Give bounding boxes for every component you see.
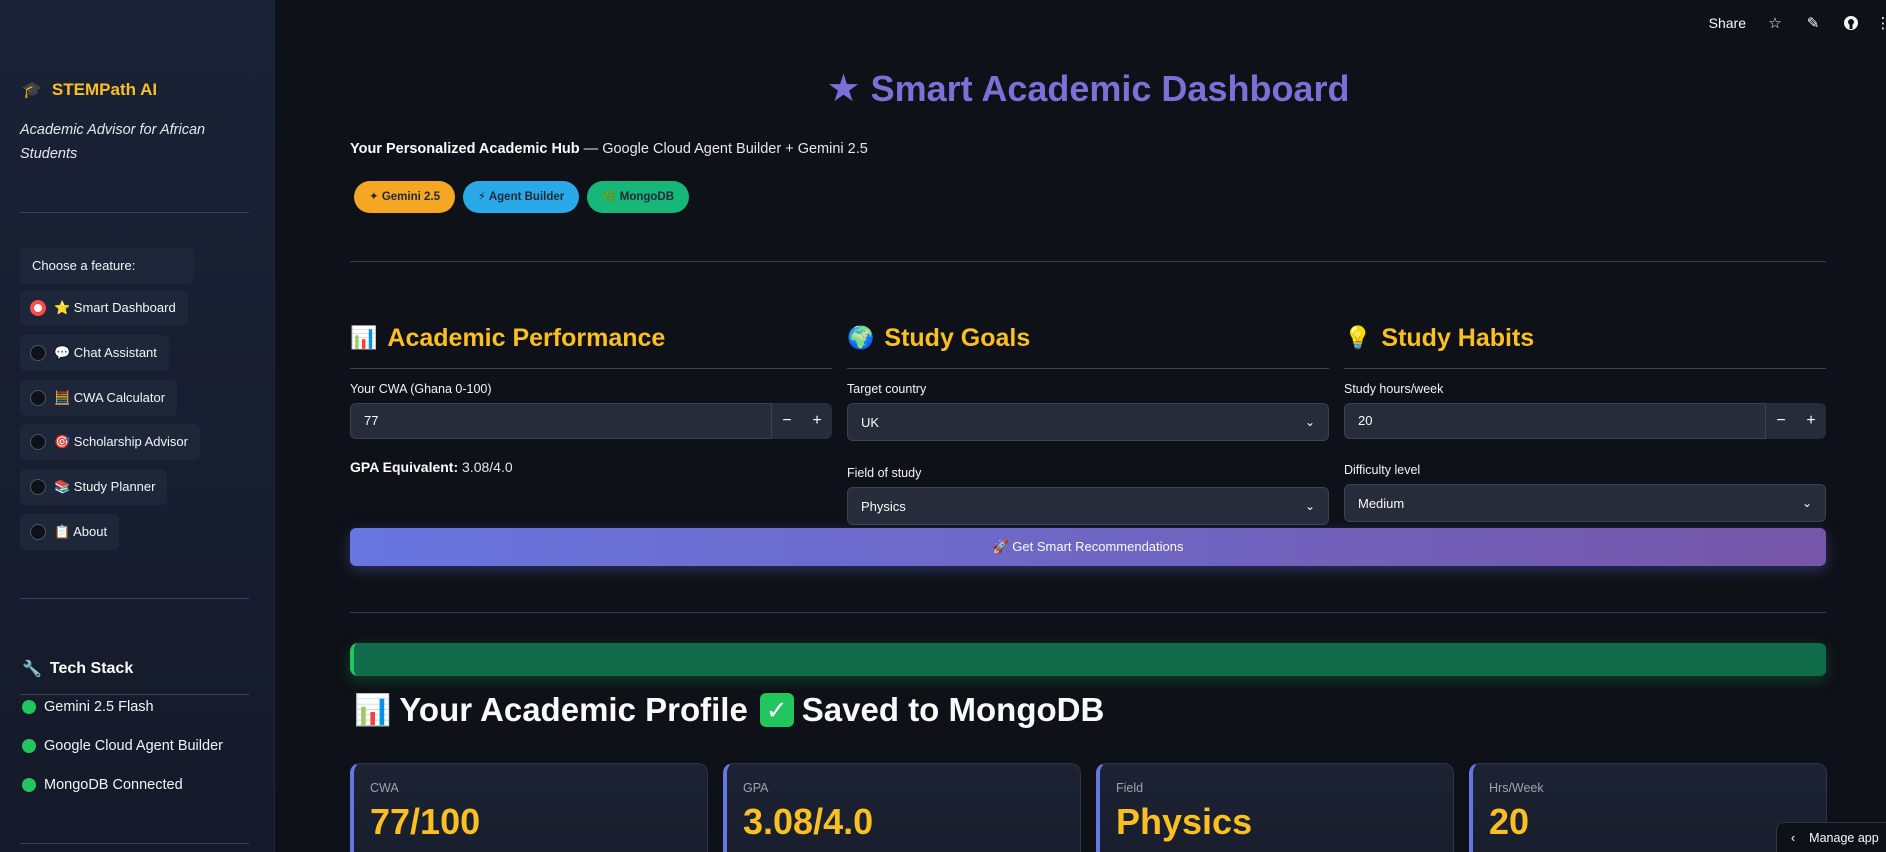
manage-app-button[interactable]: ‹ Manage app	[1776, 822, 1886, 852]
divider	[350, 368, 832, 369]
metric-card-gpa: GPA 3.08/4.0	[723, 763, 1081, 852]
sidebar: 🎓 STEMPath AI Academic Advisor for Afric…	[0, 0, 275, 852]
hours-field[interactable]: 20	[1344, 403, 1766, 439]
tech-item: MongoDB Connected	[22, 777, 183, 793]
radio-icon	[30, 345, 46, 361]
decrement-button[interactable]: −	[772, 403, 802, 439]
nav-label: 💬 Chat Assistant	[54, 345, 157, 360]
study-habits-section: 💡 Study Habits Study hours/week 20 − + D…	[1344, 318, 1826, 522]
divider	[847, 368, 1329, 369]
difficulty-label: Difficulty level	[1344, 463, 1421, 477]
decrement-button[interactable]: −	[1766, 403, 1796, 439]
nav-study-planner[interactable]: 📚 Study Planner	[20, 469, 168, 505]
star-icon: ★	[826, 68, 861, 110]
section-title: 🌍 Study Goals	[847, 323, 1031, 352]
graduation-cap-icon: 🎓	[22, 82, 42, 99]
progress-fill	[354, 643, 1826, 676]
section-title: 💡 Study Habits	[1344, 323, 1535, 352]
nav-label: 📋 About	[54, 524, 108, 539]
divider	[20, 598, 249, 599]
brand: 🎓 STEMPath AI	[22, 80, 157, 100]
tech-item: Gemini 2.5 Flash	[22, 699, 154, 715]
page-subtitle: Your Personalized Academic Hub — Google …	[350, 141, 868, 157]
nav-smart-dashboard[interactable]: ⭐ Smart Dashboard	[20, 290, 188, 326]
bar-chart-icon: 📊	[350, 325, 378, 350]
nav-about[interactable]: 📋 About	[20, 514, 120, 550]
cwa-label: Your CWA (Ghana 0-100)	[350, 382, 492, 396]
bar-chart-icon: 📊	[354, 693, 392, 727]
divider	[20, 694, 249, 695]
tagline: Academic Advisor for African Students	[20, 122, 206, 162]
nav-label: 📚 Study Planner	[54, 479, 156, 494]
cwa-number-input: 77 − +	[350, 403, 832, 439]
page-title: ★ Smart Academic Dashboard	[826, 68, 1350, 110]
chevron-down-icon: ⌄	[1304, 499, 1315, 513]
divider	[1344, 368, 1826, 369]
checkmark-icon: ✓	[759, 693, 794, 727]
tech-badges: ✦ Gemini 2.5 ⚡ Agent Builder 🌿 MongoDB	[354, 181, 690, 213]
feature-prompt: Choose a feature:	[20, 248, 194, 284]
nav-label: ⭐ Smart Dashboard	[54, 300, 176, 315]
divider	[20, 843, 249, 844]
lightbulb-icon: 💡	[1344, 325, 1372, 350]
field-select[interactable]: Physics ⌄	[847, 487, 1329, 525]
gemini-badge: ✦ Gemini 2.5	[354, 181, 455, 213]
status-dot-icon	[22, 739, 36, 753]
wrench-icon: 🔧	[22, 661, 42, 678]
radio-icon	[30, 434, 46, 450]
tech-stack-title: 🔧 Tech Stack	[22, 660, 134, 678]
mongodb-badge: 🌿 MongoDB	[587, 181, 690, 213]
status-dot-icon	[22, 700, 36, 714]
gpa-equivalent: GPA Equivalent: 3.08/4.0	[350, 459, 513, 475]
nav-label: 🧮 CWA Calculator	[54, 390, 166, 405]
progress-bar	[350, 643, 1826, 676]
get-recommendations-button[interactable]: 🚀 Get Smart Recommendations	[350, 528, 1826, 566]
tech-item: Google Cloud Agent Builder	[22, 738, 223, 754]
chevron-left-icon: ‹	[1791, 830, 1796, 845]
metric-card-field: Field Physics	[1096, 763, 1454, 852]
nav-cwa-calculator[interactable]: 🧮 CWA Calculator	[20, 380, 178, 416]
divider	[350, 261, 1826, 262]
main-content: ★ Smart Academic Dashboard Your Personali…	[350, 0, 1827, 852]
divider	[350, 612, 1826, 613]
study-goals-section: 🌍 Study Goals Target country UK ⌄ Field …	[847, 318, 1329, 525]
academic-performance-section: 📊 Academic Performance Your CWA (Ghana 0…	[350, 318, 832, 475]
difficulty-select[interactable]: Medium ⌄	[1344, 484, 1826, 522]
country-label: Target country	[847, 382, 927, 396]
section-title: 📊 Academic Performance	[350, 323, 666, 352]
nav-scholarship-advisor[interactable]: 🎯 Scholarship Advisor	[20, 424, 200, 460]
more-icon[interactable]: ⋮	[1876, 14, 1886, 32]
profile-title: 📊 Your Academic Profile ✓ Saved to Mongo…	[354, 691, 1105, 728]
radio-icon	[30, 524, 46, 540]
hours-number-input: 20 − +	[1344, 403, 1826, 439]
status-dot-icon	[22, 778, 36, 792]
radio-icon	[30, 390, 46, 406]
cwa-field[interactable]: 77	[350, 403, 772, 439]
increment-button[interactable]: +	[802, 403, 832, 439]
github-icon[interactable]	[1842, 14, 1860, 32]
radio-icon	[30, 479, 46, 495]
radio-selected-icon	[30, 300, 46, 316]
agent-builder-badge: ⚡ Agent Builder	[463, 181, 580, 213]
field-label: Field of study	[847, 466, 922, 480]
metric-card-hours: Hrs/Week 20	[1469, 763, 1827, 852]
brand-name: STEMPath AI	[51, 80, 158, 99]
country-select[interactable]: UK ⌄	[847, 403, 1329, 441]
metric-card-cwa: CWA 77/100	[350, 763, 708, 852]
globe-icon: 🌍	[847, 325, 875, 350]
nav-label: 🎯 Scholarship Advisor	[54, 434, 188, 449]
hours-label: Study hours/week	[1344, 382, 1444, 396]
chevron-down-icon: ⌄	[1304, 415, 1315, 429]
chevron-down-icon: ⌄	[1801, 496, 1812, 510]
divider	[20, 212, 249, 213]
increment-button[interactable]: +	[1796, 403, 1826, 439]
nav-chat-assistant[interactable]: 💬 Chat Assistant	[20, 335, 169, 371]
